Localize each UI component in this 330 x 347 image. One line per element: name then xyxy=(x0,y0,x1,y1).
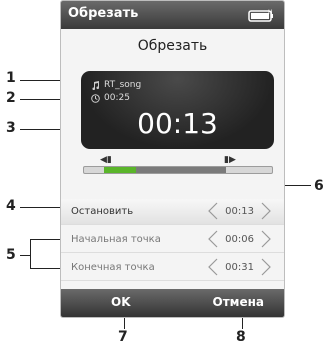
stop-control: 00:13 xyxy=(207,202,272,220)
player-display: RT_song 00:25 00:13 xyxy=(81,71,274,149)
callout-line-5a xyxy=(20,255,30,256)
end-point-control: 00:31 xyxy=(207,258,272,276)
right-arrow-icon[interactable] xyxy=(260,258,272,276)
title-bar: Обрезать H xyxy=(61,1,284,29)
callout-7: 7 xyxy=(118,329,128,345)
current-time: 00:13 xyxy=(137,107,218,140)
callout-6: 6 xyxy=(314,178,324,194)
trim-selected-fill xyxy=(136,167,226,173)
callout-2: 2 xyxy=(6,90,16,106)
callout-4: 4 xyxy=(6,198,16,214)
trim-track[interactable] xyxy=(83,166,273,174)
softkey-bar: OK Отмена xyxy=(61,289,284,317)
stop-value: 00:13 xyxy=(225,205,254,217)
start-point-value: 00:06 xyxy=(225,233,254,245)
callout-line-5c xyxy=(30,239,64,240)
battery-icon: H xyxy=(248,9,273,22)
start-point-control: 00:06 xyxy=(207,230,272,248)
right-arrow-icon[interactable] xyxy=(260,230,272,248)
end-marker-icon[interactable]: ▮▶ xyxy=(224,155,236,165)
page-title: Обрезать xyxy=(137,38,208,54)
window-title: Обрезать xyxy=(68,6,139,21)
music-note-icon xyxy=(92,80,100,90)
stop-row[interactable]: Остановить 00:13 xyxy=(61,199,284,225)
trim-played-fill xyxy=(104,167,136,173)
left-arrow-icon[interactable] xyxy=(207,202,219,220)
end-point-label: Конечная точка xyxy=(71,262,155,273)
end-point-row[interactable]: Конечная точка 00:31 xyxy=(61,255,284,281)
start-point-row[interactable]: Начальная точка 00:06 xyxy=(61,227,284,253)
song-name: RT_song xyxy=(104,80,142,90)
callout-line-5b xyxy=(30,239,31,269)
right-arrow-icon[interactable] xyxy=(260,202,272,220)
callout-5: 5 xyxy=(6,247,16,263)
song-duration-info: 00:25 xyxy=(91,93,130,103)
start-marker-icon[interactable]: ◀▮ xyxy=(100,155,112,165)
phone-screen: Обрезать H Обрезать RT_song 00:25 00:13 … xyxy=(60,0,285,318)
start-point-label: Начальная точка xyxy=(71,234,161,245)
clock-icon xyxy=(91,93,100,103)
end-point-value: 00:31 xyxy=(225,261,254,273)
svg-text:H: H xyxy=(268,9,273,16)
ok-button[interactable]: OK xyxy=(111,295,131,309)
callout-line-5d xyxy=(30,268,64,269)
song-duration: 00:25 xyxy=(104,93,130,103)
callout-1: 1 xyxy=(6,70,16,86)
left-arrow-icon[interactable] xyxy=(207,258,219,276)
cancel-button[interactable]: Отмена xyxy=(213,295,265,309)
left-arrow-icon[interactable] xyxy=(207,230,219,248)
stop-label: Остановить xyxy=(71,206,134,217)
callout-8: 8 xyxy=(236,329,246,345)
callout-3: 3 xyxy=(6,120,16,136)
song-info: RT_song xyxy=(91,80,141,90)
